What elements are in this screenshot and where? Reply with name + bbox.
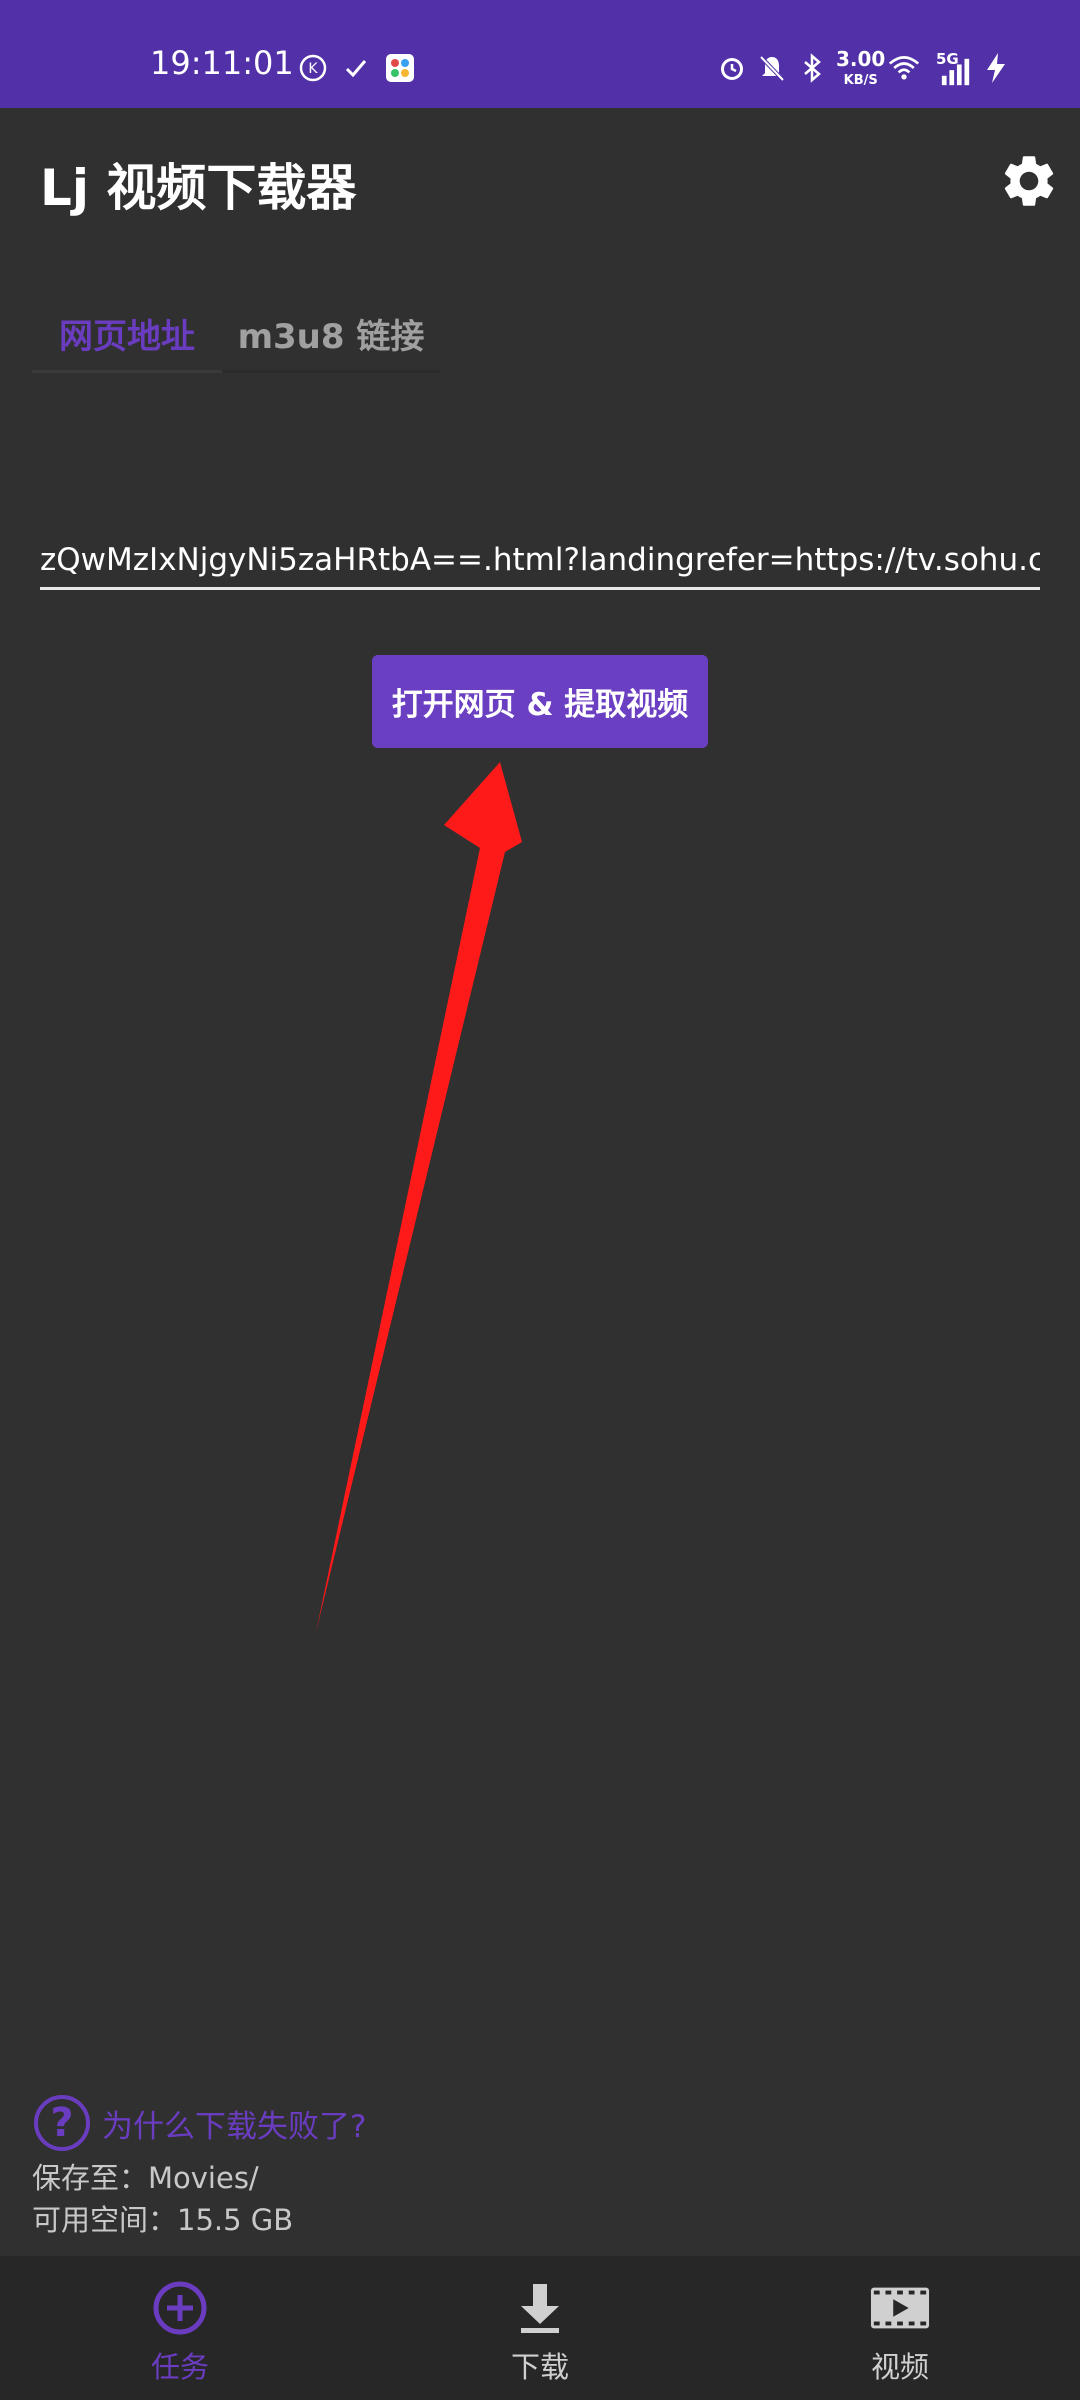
help-link[interactable]: 为什么下载失败了? xyxy=(102,2101,366,2146)
tab-m3u8-link[interactable]: m3u8 链接 xyxy=(222,290,440,376)
video-icon xyxy=(870,2278,930,2338)
app-notification-icon xyxy=(384,52,416,84)
tab-divider xyxy=(222,370,440,373)
k-circle-icon: K xyxy=(297,52,329,84)
tab-indicator xyxy=(32,370,222,373)
nav-videos[interactable]: 视频 xyxy=(800,2256,1000,2400)
add-circle-icon xyxy=(150,2278,210,2338)
bluetooth-icon xyxy=(796,52,828,84)
check-icon xyxy=(340,52,372,84)
nav-download-label: 下载 xyxy=(510,2350,569,2384)
source-tabs: 网页地址 m3u8 链接 xyxy=(32,290,440,376)
bottom-nav: 任务 下载 视频 xyxy=(0,2256,1080,2400)
nav-videos-label: 视频 xyxy=(870,2350,929,2384)
open-and-extract-button[interactable]: 打开网页 & 提取视频 xyxy=(372,655,708,748)
charging-icon xyxy=(980,52,1012,84)
wifi-icon xyxy=(888,52,920,84)
help-question-icon[interactable]: ? xyxy=(34,2095,90,2151)
status-time: 19:11:01 xyxy=(150,44,294,82)
svg-text:K: K xyxy=(308,61,318,77)
help-row[interactable]: ? 为什么下载失败了? xyxy=(34,2095,366,2151)
nav-tasks-label: 任务 xyxy=(150,2350,209,2384)
net-speed-value: 3.00 xyxy=(836,47,886,71)
free-space: 可用空间：15.5 GB xyxy=(32,2203,294,2237)
mute-icon xyxy=(756,52,788,84)
net-speed-unit: KB/S xyxy=(843,73,878,88)
net-speed: 3.00 KB/S xyxy=(836,47,886,90)
nav-download[interactable]: 下载 xyxy=(440,2256,640,2400)
url-input[interactable]: zQwMzIxNjgyNi5zaHRtbA==.html?landingrefe… xyxy=(40,530,1040,590)
status-bar: 19:11:01 K 3.00 KB/S 5G xyxy=(0,0,1080,108)
save-path: 保存至：Movies/ xyxy=(32,2161,259,2195)
download-icon xyxy=(510,2278,570,2338)
tab-web-address[interactable]: 网页地址 xyxy=(32,290,222,376)
alarm-icon xyxy=(716,52,748,84)
signal-icon xyxy=(940,56,972,88)
settings-gear-icon[interactable] xyxy=(998,150,1060,212)
nav-tasks[interactable]: 任务 xyxy=(80,2256,280,2400)
app-title: Lj 视频下载器 xyxy=(40,159,357,217)
